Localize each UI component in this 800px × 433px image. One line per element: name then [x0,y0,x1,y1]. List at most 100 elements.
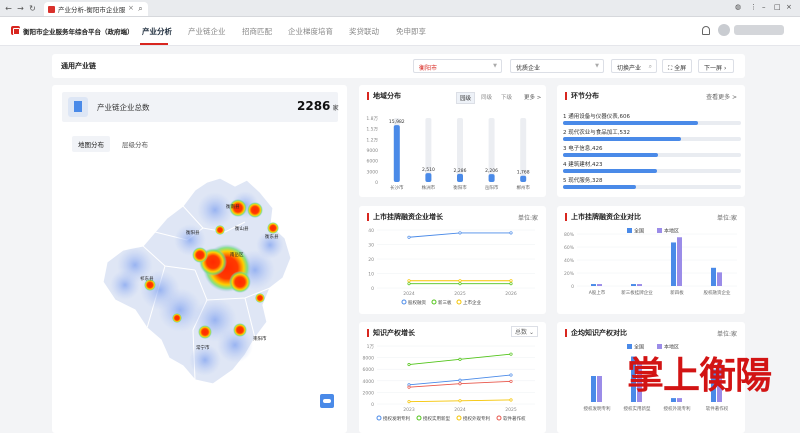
segment-park-level[interactable]: 园级 [456,92,476,104]
nav-item-industry-analysis[interactable]: 产业分析 [142,26,172,37]
nav-item-chain-enterprises[interactable]: 产业链企业 [188,26,226,37]
more-icon[interactable]: ⋮ [750,3,757,11]
link-rank-track [563,137,741,141]
heatmap-map[interactable] [95,170,305,390]
ip-ytick: 6000 [363,367,375,373]
segment-lower-level[interactable]: 下级 [498,92,515,102]
ip-growth-title: 知识产权增长 [367,329,415,337]
segment-same-level[interactable]: 同级 [478,92,495,102]
ip-total-dropdown[interactable]: 总数 ⌄ [511,326,538,337]
app-header: 衡阳市企业服务年综合平台（政府端） 产业分析 产业链企业 招商匹配 企业梯度培育… [0,17,800,46]
link-more-link[interactable]: 查看更多 > [706,92,737,101]
nav-item-exempt-apply[interactable]: 免申即享 [396,26,426,37]
tab-close-icon[interactable]: × [128,4,134,12]
compare-bar [717,272,722,286]
region-category-label: 衡阳市 [453,184,467,191]
ip-legend-marker [376,415,382,421]
link-rank-track [563,153,741,157]
ip-ytick: 8000 [363,356,375,362]
globe-icon[interactable]: ◍ [735,3,741,11]
chevron-down-icon: ⌄ [528,329,534,336]
compare-ytick: 80% [564,232,575,238]
link-rank-row[interactable]: 1 通用设备与仪器仪表,606 [563,112,741,129]
ip-ytick: 4000 [363,379,375,385]
link-rank-fill [563,185,636,189]
map-label-hengshan-county: 衡山县 [235,227,249,232]
ip-point [458,357,462,361]
map-label-nanyue-district: 南岳区 [230,253,244,258]
next-screen-button[interactable]: 下一屏 › [698,59,734,73]
switch-industry-label: 切换产业 [617,65,642,72]
chevron-down-icon: ▼ [595,63,599,69]
ip-legend-marker [416,415,422,421]
link-rank-fill [563,153,658,157]
ip-avg-unit: 单位:家 [716,331,737,338]
ip-point [509,379,513,383]
watermark-logo: 掌上衡陽 [627,353,772,397]
listed-growth-line-chart: 40 30 20 10 0 2024 2025 2026 股权融资 新三板 上市企业 [368,228,535,306]
reload-icon[interactable]: ↻ [28,4,37,13]
total-enterprises-value: 2286 家 [297,99,339,113]
category-select[interactable]: 优质企业 ▼ [510,59,604,73]
chevron-right-icon: › [723,65,727,72]
region-more-link[interactable]: 更多 > [521,92,544,102]
active-nav-indicator [140,43,168,45]
listed-point [458,231,462,235]
tab-map-distribution[interactable]: 地图分布 [72,136,110,152]
back-icon[interactable]: ← [4,4,13,13]
ip-legend-label: 软件著作权 [503,415,526,422]
window-close-icon[interactable]: × [786,3,792,11]
nav-item-reward-loan[interactable]: 奖贷联动 [349,26,379,37]
forward-icon[interactable]: → [16,4,25,13]
compare-legend-label: 全国 [634,228,644,235]
switch-industry-button[interactable]: 切换产业 ⌕ [611,59,657,73]
ip-point [458,382,462,386]
listed-legend-marker [456,299,462,305]
maximize-icon[interactable]: □ [774,3,781,11]
link-rank-fill [563,169,658,173]
listed-point [458,282,462,286]
listed-ytick: 30 [368,243,374,249]
minimize-icon[interactable]: – [762,3,766,11]
map-label-changning-city: 常宁市 [196,346,210,351]
fullscreen-label: 全屏 [674,65,687,72]
region-bar [393,125,400,182]
compare-category-label: A股上市 [589,289,606,296]
industry-chain-title: 通用产业链 [61,62,96,70]
link-rank-track [563,121,741,125]
ip-ytick: 1万 [367,344,375,350]
fullscreen-button[interactable]: ⛶ 全屏 [662,59,692,73]
ipavg-bar [591,376,596,402]
region-select[interactable]: 衡阳市 ▼ [413,59,502,73]
region-bar-value: 15,982 [389,119,405,125]
total-enterprises-label: 产业链企业总数 [97,103,150,112]
region-ytick: 1.5万 [366,127,378,133]
map-label-qidong-county: 祁东县 [140,277,154,282]
link-rank-row[interactable]: 4 建筑建材,423 [563,160,741,177]
nav-item-enterprise-cultivation[interactable]: 企业梯度培育 [288,26,333,37]
map-label-hengdong-county: 衡东县 [265,235,279,240]
region-bar-value: 2,206 [485,168,498,174]
region-ytick: 1.2万 [366,137,378,143]
ip-legend-label: 授权实用新型 [423,415,450,422]
link-rank-row[interactable]: 3 电子信息,426 [563,144,741,161]
nav-item-investment-match[interactable]: 招商匹配 [242,26,272,37]
avatar[interactable] [718,24,730,36]
search-icon[interactable]: ⌕ [136,4,145,13]
link-rank-row[interactable]: 5 现代服务,328 [563,176,741,193]
map-layer-toggle-button[interactable] [320,394,334,408]
total-value-unit: 家 [332,105,339,112]
link-rank-row[interactable]: 2 现代农业与食品加工,532 [563,128,741,145]
region-category-label: 株洲市 [422,184,436,191]
compare-bar [597,284,602,286]
ip-xtick: 2025 [505,407,517,413]
link-distribution-title: 环节分布 [565,92,599,100]
tab-level-distribution[interactable]: 层级分布 [116,136,154,152]
ip-ytick: 0 [371,402,374,408]
ip-point [509,373,513,377]
region-category-label: 长沙市 [390,184,404,191]
bell-icon[interactable] [702,26,710,35]
listed-point [509,282,513,286]
ip-point [509,352,513,356]
link-rank-label: 2 现代农业与食品加工,532 [563,130,630,136]
